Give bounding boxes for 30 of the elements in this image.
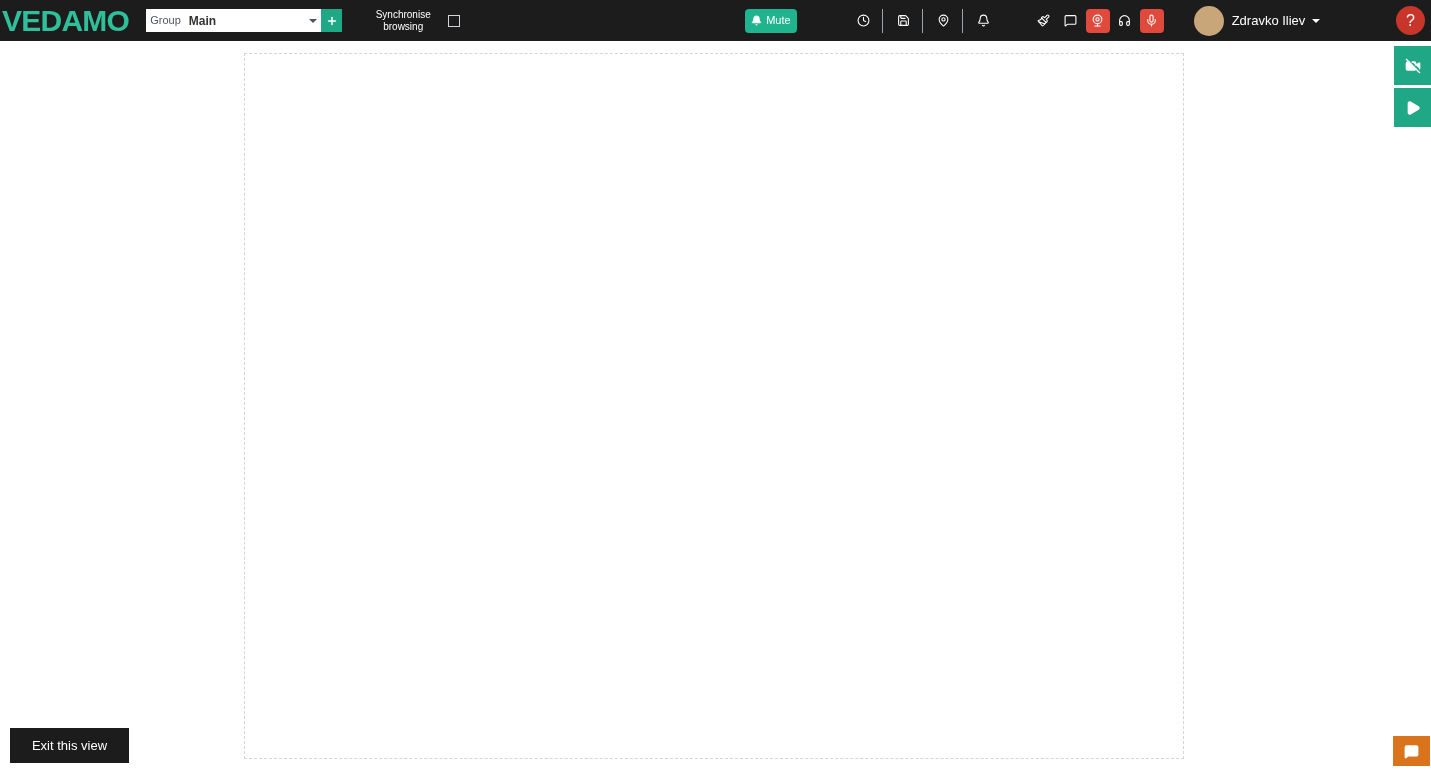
play-button[interactable] (1394, 88, 1431, 127)
video-off-icon (1404, 57, 1421, 74)
bell-icon (977, 14, 991, 27)
video-off-button[interactable] (1394, 46, 1431, 85)
microphone-button[interactable] (1139, 8, 1164, 33)
logo: VEDAMO (2, 5, 130, 36)
webcam-button[interactable] (1085, 8, 1110, 33)
add-group-button[interactable] (321, 9, 343, 32)
bell-icon (751, 15, 763, 26)
microphone-icon (1145, 14, 1159, 27)
caret-icon[interactable] (1312, 18, 1321, 23)
avatar (1193, 5, 1224, 36)
group-select[interactable]: Group Main (146, 9, 322, 32)
group-label: Group (150, 13, 181, 29)
brush-icon (1037, 14, 1051, 27)
headphones-icon (1118, 14, 1132, 27)
save-icon (897, 14, 911, 27)
exit-view-button[interactable]: Exit this view (10, 728, 129, 763)
chat-icon (1404, 743, 1419, 759)
user-name[interactable]: Zdravko Iliev (1231, 10, 1306, 31)
group-value: Main (188, 12, 217, 30)
location-pin-icon (937, 14, 951, 27)
sync-checkbox[interactable] (448, 14, 461, 27)
webcam-icon (1091, 14, 1105, 27)
plus-icon (325, 14, 338, 27)
clock-icon (857, 14, 871, 27)
chat-icon (1064, 14, 1078, 27)
caret-icon (309, 18, 318, 23)
help-button[interactable]: ? (1396, 6, 1425, 35)
sync-label: Synchronise browsing (374, 8, 432, 33)
